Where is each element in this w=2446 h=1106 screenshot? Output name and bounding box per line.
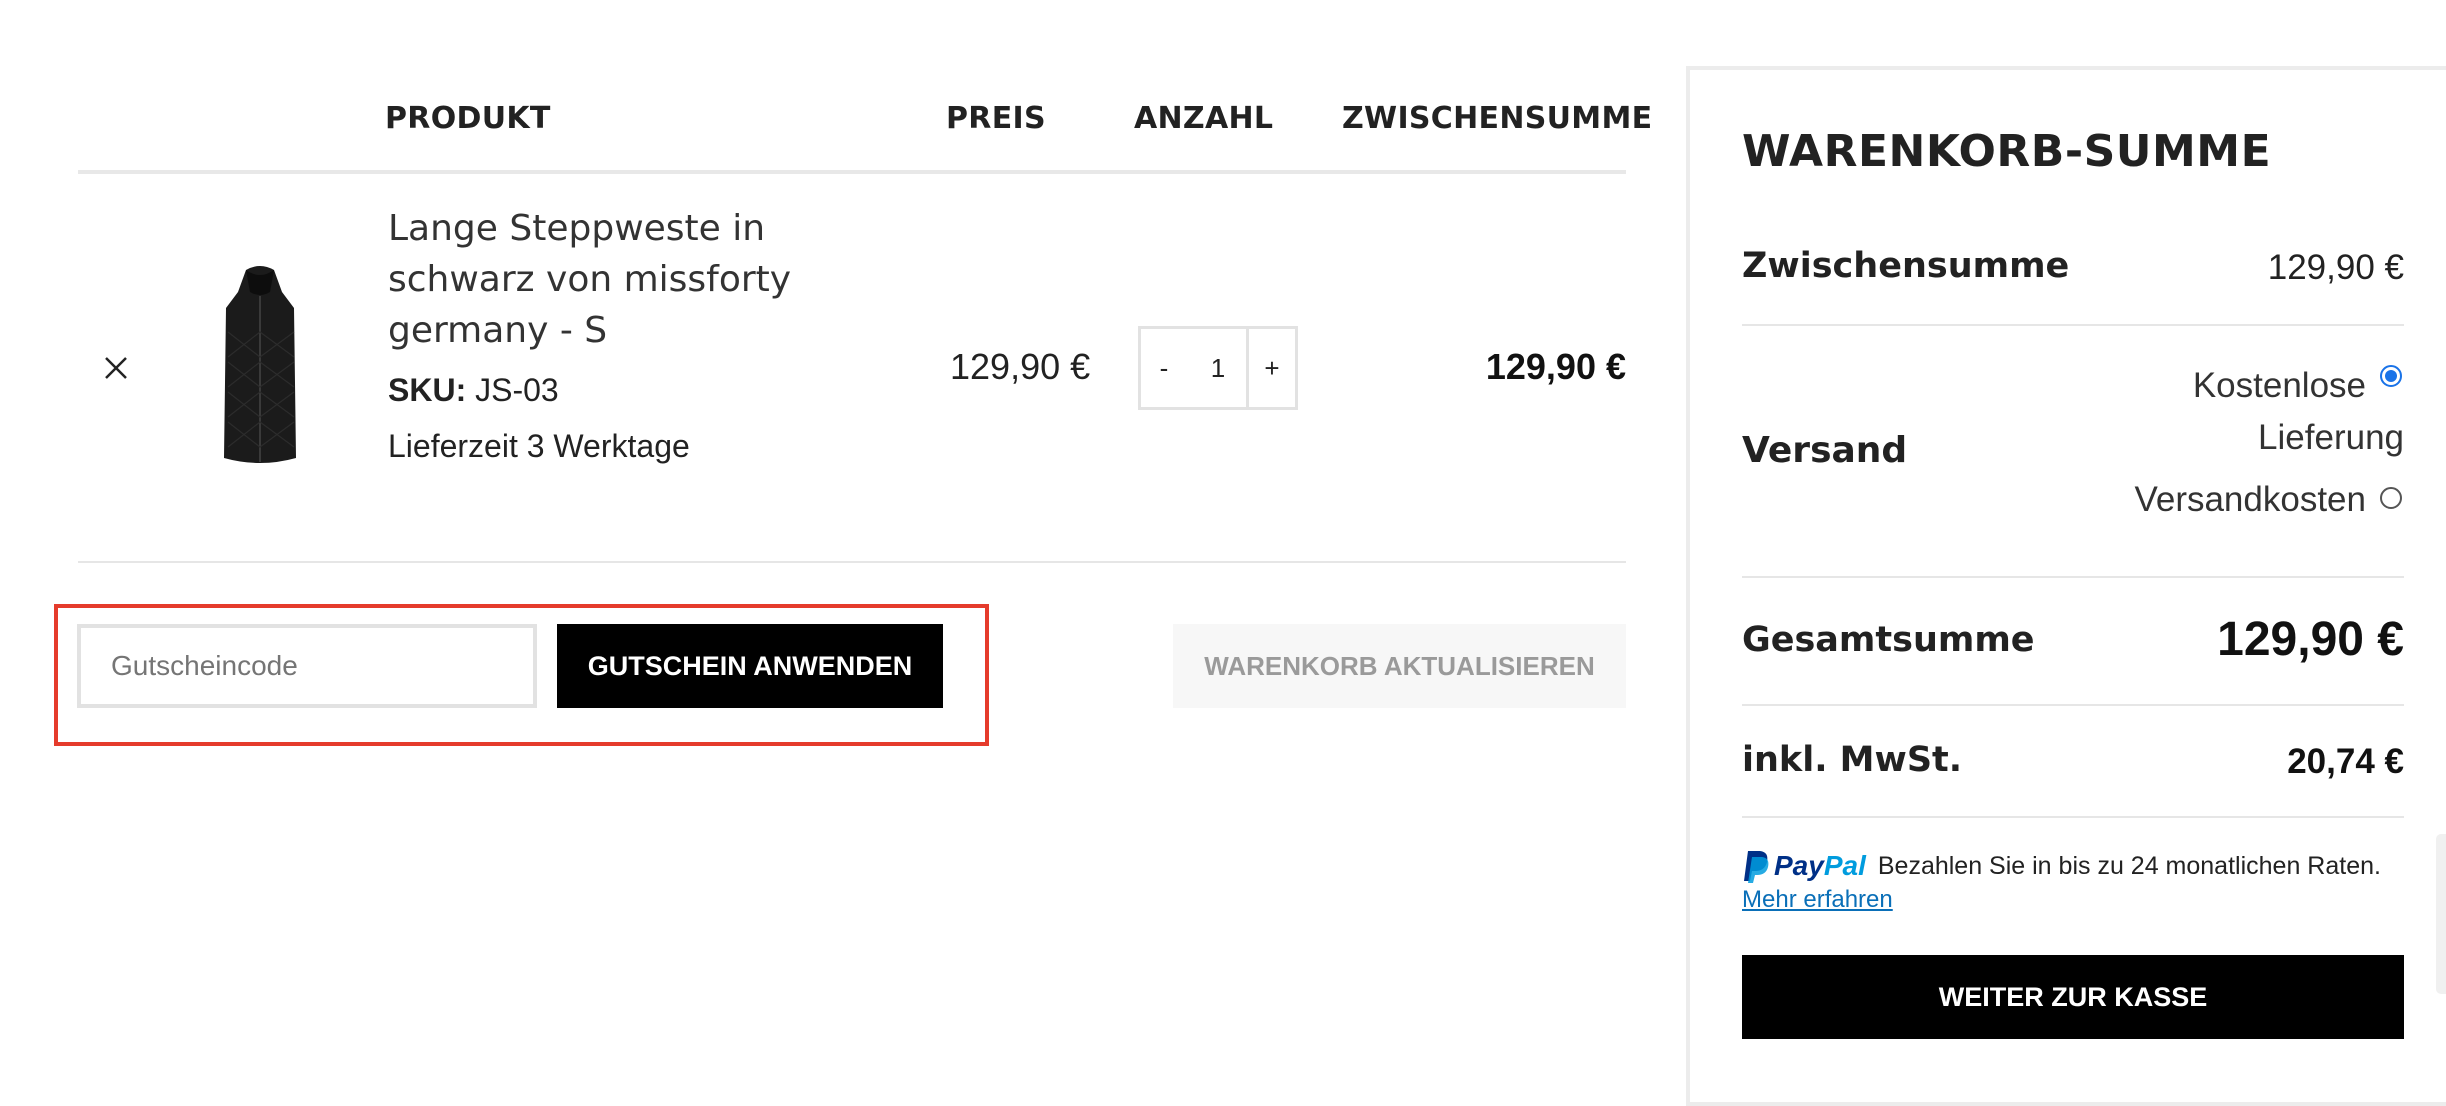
- proceed-to-checkout-button[interactable]: WEITER ZUR KASSE: [1742, 955, 2404, 1039]
- item-price: 129,90 €: [950, 346, 1091, 387]
- total-value: 129,90 €: [2217, 613, 2404, 666]
- total-label: Gesamtsumme: [1742, 620, 2035, 660]
- header-product: PRODUKT: [385, 101, 551, 136]
- header-price: PREIS: [946, 101, 1046, 136]
- qty-input[interactable]: 1: [1187, 326, 1249, 410]
- row-divider: [78, 561, 1626, 563]
- paypal-brand-pay: Pay: [1774, 850, 1824, 881]
- item-subtotal: 129,90 €: [1485, 346, 1626, 387]
- subtotal-value: 129,90 €: [2267, 248, 2404, 287]
- product-name-line: germany - S: [388, 310, 608, 351]
- cart-totals-title: WARENKORB-SUMME: [1742, 126, 2272, 177]
- sku-label: SKU:: [388, 372, 467, 408]
- shipping-label: Versand: [1742, 430, 1908, 471]
- product-name-line: Lange Steppweste in: [388, 208, 766, 249]
- header-quantity: ANZAHL: [1134, 101, 1274, 136]
- shipping-option-free[interactable]: Kostenlose Lieferung: [2090, 360, 2404, 464]
- vat-value: 20,74 €: [2287, 742, 2404, 781]
- paypal-text: Bezahlen Sie in bis zu 24 monatlichen Ra…: [1877, 851, 2381, 880]
- subtotal-label: Zwischensumme: [1742, 246, 2070, 286]
- shipping-option-free-line1: Kostenlose: [2192, 366, 2366, 405]
- shipping-option-free-line2: Lieferung: [2258, 418, 2404, 457]
- totals-divider: [1742, 816, 2404, 818]
- paypal-learn-more-link[interactable]: Mehr erfahren: [1742, 886, 1893, 914]
- totals-divider: [1742, 704, 2404, 706]
- remove-item-icon[interactable]: [98, 350, 134, 386]
- shipping-free-radio[interactable]: [2380, 365, 2402, 387]
- product-name-line: schwarz von missforty: [388, 259, 792, 300]
- radio-dot: [2385, 370, 2397, 382]
- header-subtotal: ZWISCHENSUMME: [1342, 101, 1653, 136]
- vat-label: inkl. MwSt.: [1742, 740, 1963, 780]
- totals-divider: [1742, 576, 2404, 578]
- scrollbar-thumb[interactable]: [2436, 834, 2446, 994]
- delivery-time: Lieferzeit 3 Werktage: [388, 428, 690, 464]
- product-name-link[interactable]: Lange Steppweste in schwarz von missfort…: [388, 203, 791, 356]
- product-sku: SKU: JS-03: [388, 372, 559, 409]
- shipping-cost-radio[interactable]: [2380, 487, 2402, 509]
- coupon-code-input[interactable]: [77, 624, 537, 708]
- paypal-installments-message: Pay Pal Bezahlen Sie in bis zu 24 monatli…: [1742, 846, 2422, 914]
- qty-increase-button[interactable]: +: [1246, 326, 1298, 410]
- paypal-logo-icon: [1742, 849, 1770, 883]
- header-divider: [78, 170, 1626, 174]
- apply-coupon-button[interactable]: GUTSCHEIN ANWENDEN: [557, 624, 943, 708]
- update-cart-button[interactable]: WARENKORB AKTUALISIEREN: [1173, 624, 1626, 708]
- totals-divider: [1742, 324, 2404, 326]
- qty-decrease-button[interactable]: -: [1138, 326, 1190, 410]
- shipping-option-cost[interactable]: Versandkosten: [2040, 480, 2366, 520]
- cart-totals-panel: [1686, 66, 2446, 1106]
- paypal-brand-pal: Pal: [1823, 850, 1866, 881]
- product-image-vest[interactable]: [208, 262, 312, 472]
- sku-value: JS-03: [475, 372, 559, 408]
